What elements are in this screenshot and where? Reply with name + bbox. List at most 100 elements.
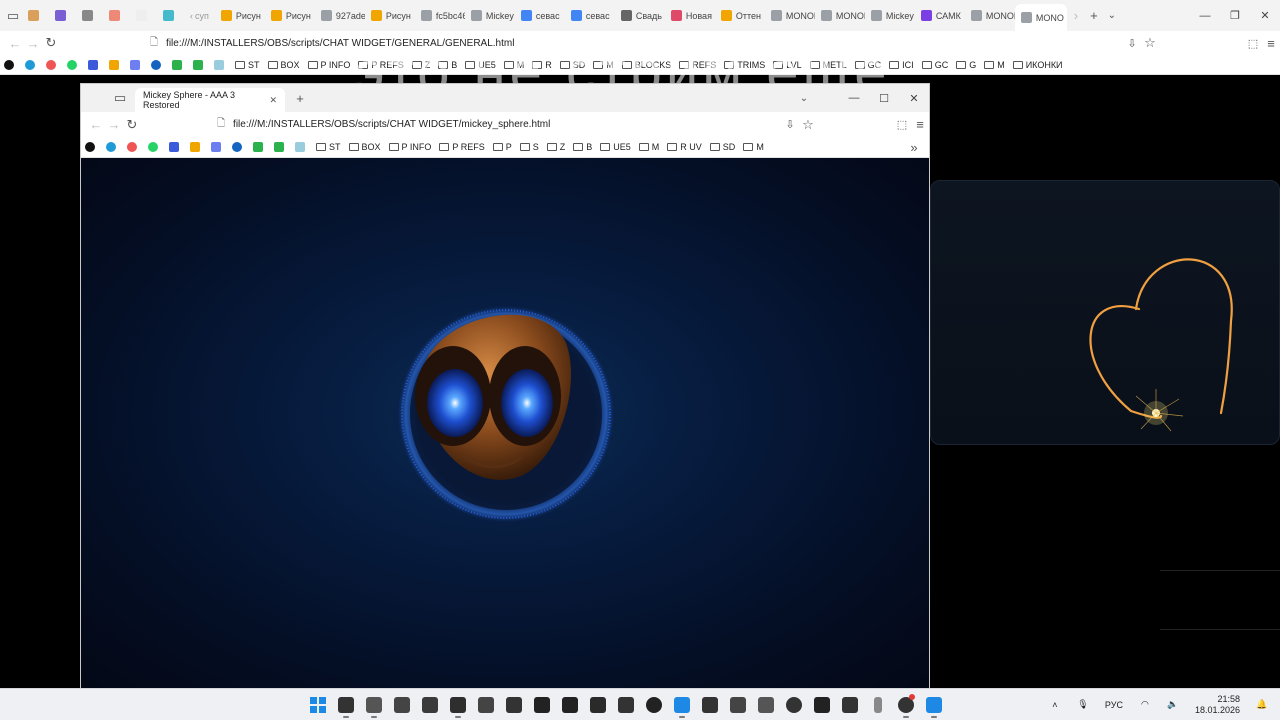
close-tab-icon[interactable]: ✕ [269,95,277,106]
bookmark-folder[interactable]: R UV [663,137,706,157]
scroll-tabs-right-icon[interactable]: › [1067,7,1085,25]
bookmark-folder[interactable]: ST [231,55,264,74]
app-icon[interactable] [444,691,472,719]
app-icon[interactable] [752,691,780,719]
bookmark-folder[interactable]: P INFO [385,137,436,157]
outer-tab[interactable]: САМК [915,0,965,31]
vscode-icon[interactable] [668,691,696,719]
forward-icon[interactable]: → [24,34,42,52]
outer-tab[interactable]: севас [515,0,565,31]
bookmark-star-icon[interactable]: ☆ [1141,34,1159,52]
inner-url-field[interactable]: 🗋 file:///M:/INSTALLERS/OBS/scripts/CHAT… [217,116,550,133]
whatsapp-bookmark-icon[interactable] [144,137,165,157]
bookmark-icon[interactable] [249,137,270,157]
bookmark-folder[interactable]: BOX [264,55,304,74]
outer-tab[interactable]: fc5bc469 [415,0,465,31]
app-icon[interactable] [528,691,556,719]
github-bookmark-icon[interactable] [81,137,102,157]
microphone-icon[interactable] [864,691,892,719]
bookmark-folder[interactable]: BOX [345,137,385,157]
app-icon[interactable] [780,691,808,719]
bookmark-icon[interactable] [42,55,63,74]
mic-tray-icon[interactable]: 🎙 [1069,691,1097,719]
extensions-icon[interactable]: ⬚ [893,116,911,134]
install-app-icon[interactable]: ⇩ [781,116,799,134]
scroll-tabs-left-icon[interactable]: ‹ суп [184,0,215,31]
bookmark-icon[interactable] [126,55,147,74]
windows-start-icon[interactable] [304,691,332,719]
reload-icon[interactable]: ↻ [42,34,60,52]
menu-icon[interactable]: ≡ [911,116,929,134]
tab-search-icon[interactable]: ⌄ [1103,7,1121,25]
bookmark-folder[interactable]: P REFS [435,137,488,157]
bookmark-icon[interactable] [270,137,291,157]
app-icon[interactable] [388,691,416,719]
app-icon[interactable] [920,691,948,719]
bookmark-folder[interactable]: Z [543,137,570,157]
back-icon[interactable]: ← [87,116,105,134]
outer-tab[interactable]: Mickey Sp [465,0,515,31]
outer-tab[interactable]: севас [565,0,615,31]
tab-actions-icon[interactable]: ▭ [4,7,22,25]
app-icon[interactable] [360,691,388,719]
obs-icon[interactable] [892,691,920,719]
bookmark-icon[interactable] [189,55,210,74]
clock[interactable]: 21:58 18.01.2026 [1195,694,1240,716]
wifi-icon[interactable]: ◠ [1131,691,1159,719]
bookmark-icon[interactable] [123,137,144,157]
pinned-tab[interactable] [76,0,103,31]
pinned-tab[interactable] [49,0,76,31]
new-tab-button[interactable]: + [1085,7,1103,25]
bookmark-icon[interactable] [105,55,126,74]
app-icon[interactable] [584,691,612,719]
notifications-icon[interactable]: 🔔 [1248,691,1276,719]
app-icon[interactable] [416,691,444,719]
reload-icon[interactable]: ↻ [123,116,141,134]
close-window-button[interactable]: ✕ [899,84,929,112]
install-app-icon[interactable]: ⇩ [1123,34,1141,52]
app-icon[interactable] [836,691,864,719]
pinned-tab[interactable] [157,0,184,31]
app-icon[interactable] [500,691,528,719]
pinned-tab[interactable] [130,0,157,31]
restore-button[interactable]: ❐ [1220,2,1250,30]
extensions-icon[interactable]: ⬚ [1244,34,1262,52]
bookmark-icon[interactable] [228,137,249,157]
bookmark-star-icon[interactable]: ☆ [799,116,817,134]
bookmark-icon[interactable] [210,55,231,74]
bookmark-icon[interactable] [207,137,228,157]
outer-tab[interactable]: Рисун [265,0,315,31]
bookmark-folder[interactable]: SD [706,137,740,157]
outer-tab[interactable]: Рисун [215,0,265,31]
outer-tab[interactable]: MONOLIT [765,0,815,31]
photoshop-icon[interactable] [556,691,584,719]
app-icon[interactable] [612,691,640,719]
minimize-button[interactable]: — [839,84,869,112]
app-icon[interactable] [808,691,836,719]
pinned-tab[interactable] [103,0,130,31]
outer-tab[interactable]: Mickey Sp [865,0,915,31]
tab-mickey-sphere[interactable]: Mickey Sphere - AAA 3 Restored ✕ [135,88,285,112]
bookmark-folder[interactable]: M [980,55,1009,74]
outer-tab[interactable]: MONO [1014,4,1067,31]
bookmark-folder[interactable]: S [516,137,543,157]
github-bookmark-icon[interactable] [0,55,21,74]
bookmark-icon[interactable] [21,55,42,74]
bookmark-icon[interactable] [102,137,123,157]
maximize-button[interactable]: ☐ [869,84,899,112]
new-tab-button[interactable]: + [291,89,309,107]
whatsapp-bookmark-icon[interactable] [63,55,84,74]
bookmark-folder[interactable]: GC [918,55,953,74]
bookmark-folder[interactable]: M [635,137,664,157]
bookmark-icon[interactable] [186,137,207,157]
app-icon[interactable] [332,691,360,719]
bookmark-folder[interactable]: P INFO [304,55,355,74]
app-icon[interactable] [696,691,724,719]
outer-tab[interactable]: 927adec2 [315,0,365,31]
bookmark-folder[interactable]: P [489,137,516,157]
app-icon[interactable] [472,691,500,719]
show-hidden-icons-icon[interactable]: ˄ [1041,691,1069,719]
bookmark-icon[interactable] [84,55,105,74]
outer-tab[interactable]: MONOLIT [815,0,865,31]
menu-icon[interactable]: ≡ [1262,34,1280,52]
